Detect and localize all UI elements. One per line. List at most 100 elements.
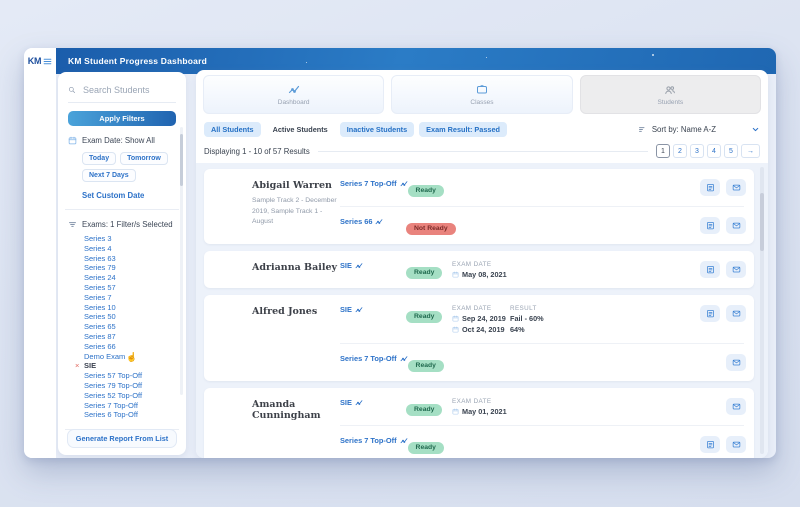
exam-row: SIEReady EXAM DATEMay 01, 2021 [340,388,746,425]
next-page-button[interactable]: → [741,144,760,158]
date-quick-button[interactable]: Today [82,152,116,165]
hamburger-menu-icon[interactable] [43,57,52,66]
exam-row: Series 66Not Ready [340,207,746,244]
mail-button[interactable] [726,179,746,196]
student-card: Adrianna BaileySIEReadyEXAM DATEMay 08, … [204,251,754,288]
exam-link[interactable]: Series 7 Top-Off [340,179,408,188]
generate-report-button[interactable]: Generate Report From List [67,429,177,448]
mail-button[interactable] [726,398,746,415]
results-summary: Displaying 1 - 10 of 57 Results [204,147,310,156]
page-button[interactable]: 5 [724,144,738,158]
student-card: Abigail WarrenSample Track 2 - December … [204,169,754,244]
exam-filter-item[interactable]: Series 50 [84,312,176,322]
exam-filter-item[interactable]: Series 3 [84,234,176,244]
status-cell: Ready [406,261,452,279]
exam-filter-item[interactable]: Series 87 [84,332,176,342]
exam-link[interactable]: SIE [340,261,406,270]
date-text: May 01, 2021 [462,407,507,416]
search-input[interactable] [81,84,175,96]
exam-filter-item[interactable]: Series 79 Top-Off [84,381,176,391]
calendar-icon [452,315,459,322]
page-button[interactable]: 1 [656,144,670,158]
status-cell: Not Ready [406,217,456,235]
report-button[interactable] [700,217,720,234]
exam-link[interactable]: SIE [340,305,406,314]
tab-classes[interactable]: Classes [391,75,572,114]
mail-button[interactable] [726,354,746,371]
report-button[interactable] [700,179,720,196]
exam-filter-item[interactable]: Series 24 [84,273,176,283]
exam-link-label: Series 7 Top-Off [340,436,397,445]
apply-filters-button[interactable]: Apply Filters [68,111,176,126]
page-button[interactable]: 3 [690,144,704,158]
sidebar-scrollbar-thumb[interactable] [180,134,183,186]
result-value: Fail - 60% [510,314,700,323]
report-button[interactable] [700,261,720,278]
exam-filter-item[interactable]: Series 7 [84,293,176,303]
exams-filter-header[interactable]: Exams: 1 Filter/s Selected [68,220,176,229]
exam-filter-item[interactable]: Series 79 [84,263,176,273]
status-badge: Ready [406,267,442,279]
exam-date-cell: EXAM DATEMay 01, 2021 [452,398,510,416]
filter-pill[interactable]: Inactive Students [340,122,414,137]
search-row [68,82,176,103]
exam-filter-item[interactable]: Series 66 [84,342,176,352]
exam-filter-item[interactable]: Series 65 [84,322,176,332]
trend-icon [400,355,408,363]
date-quick-button[interactable]: Next 7 Days [82,169,136,182]
tab-dashboard[interactable]: Dashboard [203,75,384,114]
report-button[interactable] [700,305,720,322]
report-button[interactable] [700,436,720,453]
search-icon [68,86,76,94]
date-quick-button[interactable]: Tomorrow [120,152,168,165]
date-quick-buttons: Today Tomorrow Next 7 Days [82,152,178,182]
filter-pill[interactable]: Active Students [266,122,335,137]
mail-button[interactable] [726,261,746,278]
exam-rows: SIEReadyEXAM DATESep 24, 2019Oct 24, 201… [340,295,754,381]
divider [65,209,179,210]
exam-rows: SIEReadyEXAM DATEMay 08, 2021 [340,251,754,288]
exam-link[interactable]: Series 7 Top-Off [340,436,408,445]
exam-link[interactable]: Series 66 [340,217,406,226]
report-icon [706,221,715,230]
exam-link[interactable]: Series 7 Top-Off [340,354,408,363]
exam-filter-item[interactable]: Series 7 Top-Off [84,401,176,411]
chevron-down-icon [751,125,760,134]
result-cell: RESULTFail - 60%64% [510,305,700,334]
exam-filter-item[interactable]: Demo Exam☝ [84,352,176,362]
mail-button[interactable] [726,436,746,453]
exam-filter-item[interactable]: Series 57 Top-Off [84,371,176,381]
sort-control[interactable]: Sort by: Name A-Z [638,125,760,134]
exam-filter-item[interactable]: Series 6 Top-Off [84,410,176,420]
tab-students[interactable]: Students [580,75,761,114]
mail-icon [732,309,741,318]
status-cell: Ready [408,179,454,197]
exam-filter-item[interactable]: Series 57 [84,283,176,293]
list-scrollbar-thumb[interactable] [760,193,764,251]
exam-link[interactable]: SIE [340,398,406,407]
tab-label: Students [657,99,683,106]
filter-pill[interactable]: All Students [204,122,261,137]
page-button[interactable]: 2 [673,144,687,158]
status-badge: Ready [408,185,444,197]
mail-icon [732,402,741,411]
mail-icon [732,358,741,367]
trend-icon [288,84,300,96]
mail-button[interactable] [726,305,746,322]
result-label: RESULT [510,305,700,312]
exam-filter-item[interactable]: Series 52 Top-Off [84,391,176,401]
filter-pill[interactable]: Exam Result: Passed [419,122,507,137]
mail-icon [732,440,741,449]
close-icon[interactable]: × [75,361,79,371]
exam-filter-item[interactable]: Series 4 [84,244,176,254]
exam-filter-item[interactable]: Series 10 [84,303,176,313]
set-custom-date-link[interactable]: Set Custom Date [82,191,176,200]
exam-date-filter-header[interactable]: Exam Date: Show All [68,136,176,145]
exam-filter-list: Series 3Series 4Series 63Series 79Series… [84,234,176,420]
page-button[interactable]: 4 [707,144,721,158]
mail-button[interactable] [726,217,746,234]
status-badge: Ready [406,404,442,416]
exam-filter-item[interactable]: ×SIE [84,361,176,371]
exam-filter-item[interactable]: Series 63 [84,254,176,264]
student-info: Alfred Jones [204,295,340,381]
